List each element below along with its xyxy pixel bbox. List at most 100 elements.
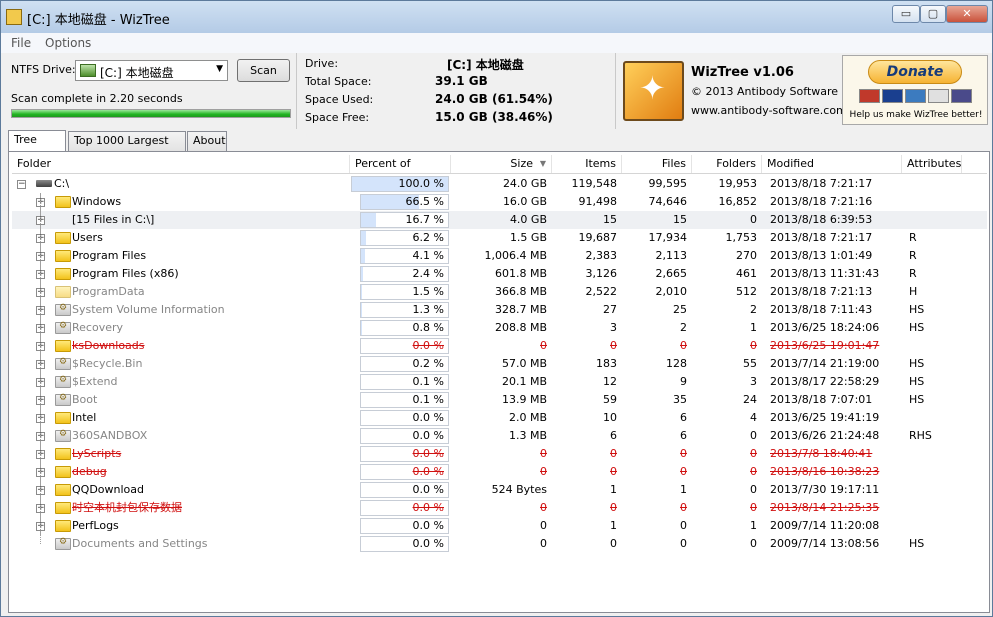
size-value: 0: [540, 447, 547, 460]
items-value: 0: [610, 465, 617, 478]
table-row[interactable]: + [15 Files in C:\] 16.7 % 4.0 GB 15 15 0 2013/…: [12, 211, 987, 229]
drive-select[interactable]: [C:] 本地磁盘 ▼: [75, 60, 228, 81]
menu-bar: File Options: [1, 33, 992, 53]
folder-name: PerfLogs: [72, 519, 119, 532]
scan-button[interactable]: Scan: [237, 59, 290, 82]
tab-top-1000-largest-files[interactable]: Top 1000 Largest Files: [68, 131, 186, 165]
table-row[interactable]: + debug 0.0 % 0 0 0 0 2013/8/16 10:38:23: [12, 463, 987, 481]
attributes-value: [904, 517, 964, 535]
scan-progress-bar: [11, 109, 291, 118]
donate-button[interactable]: Donate: [868, 60, 962, 84]
percent-value: 0.0 %: [412, 339, 444, 352]
table-row[interactable]: + 时空本机封包保存数据 0.0 % 0 0 0 0 2013/8/14 21:25:35: [12, 499, 987, 517]
size-value: 1.5 GB: [509, 231, 547, 244]
table-row[interactable]: + Program Files (x86) 2.4 % 601.8 MB 3,126 2,…: [12, 265, 987, 283]
size-value: 328.7 MB: [494, 303, 547, 316]
percent-bar: 0.0 %: [360, 536, 449, 552]
column-header-attributes[interactable]: Attributes: [902, 155, 962, 173]
percent-bar: 0.0 %: [360, 410, 449, 426]
modified-value: 2013/6/25 18:24:06: [770, 321, 880, 334]
percent-bar: 0.0 %: [360, 482, 449, 498]
folders-value: 19,953: [718, 177, 758, 190]
percent-bar-fill: [361, 321, 362, 335]
table-row[interactable]: + Users 6.2 % 1.5 GB 19,687 17,934 1,753 2013/8…: [12, 229, 987, 247]
column-header-percent[interactable]: Percent of Parent: [350, 155, 451, 188]
folder-icon: [55, 196, 71, 208]
table-row[interactable]: +Boot0.1 %13.9 MB5935242013/8/18 7:07:01…: [12, 391, 987, 409]
website-link[interactable]: www.antibody-software.com: [691, 104, 847, 117]
table-row[interactable]: +360SANDBOX0.0 %1.3 MB6602013/6/26 21:24…: [12, 427, 987, 445]
folder-name: LyScripts: [72, 447, 122, 460]
tab-about[interactable]: About: [187, 131, 227, 151]
percent-value: 1.3 %: [412, 303, 444, 316]
expand-toggle-icon[interactable]: −: [17, 180, 26, 189]
column-header-files[interactable]: Files: [622, 155, 692, 173]
percent-value: 0.8 %: [412, 321, 444, 334]
column-header-size[interactable]: Size ▼: [451, 155, 552, 173]
modified-value: 2013/6/26 21:24:48: [770, 429, 880, 442]
attributes-value: [904, 481, 964, 499]
table-row[interactable]: + ksDownloads 0.0 % 0 0 0 0 2013/6/25 19:01:47: [12, 337, 987, 355]
percent-value: 100.0 %: [398, 177, 444, 190]
column-header-folder[interactable]: Folder: [12, 155, 350, 173]
menu-file[interactable]: File: [11, 36, 31, 50]
percent-bar: 0.1 %: [360, 374, 449, 390]
column-header-modified[interactable]: Modified: [762, 155, 902, 173]
wiztree-app-icon: [6, 9, 22, 25]
table-row[interactable]: + LyScripts 0.0 % 0 0 0 0 2013/7/8 18:40:41: [12, 445, 987, 463]
table-row[interactable]: + PerfLogs 0.0 % 0 1 0 1 2009/7/14 11:20:08: [12, 517, 987, 535]
folder-name: 360SANDBOX: [72, 429, 148, 442]
table-row[interactable]: + Windows 66.5 % 16.0 GB 91,498 74,646 16,852 2…: [12, 193, 987, 211]
column-header-folders[interactable]: Folders: [692, 155, 762, 173]
modified-value: 2009/7/14 11:20:08: [770, 519, 880, 532]
files-value: 9: [680, 375, 687, 388]
table-row[interactable]: + QQDownload 0.0 % 524 Bytes 1 1 0 2013/7/30 19…: [12, 481, 987, 499]
table-row[interactable]: +$Recycle.Bin0.2 %57.0 MB183128552013/7/…: [12, 355, 987, 373]
folders-value: 0: [750, 429, 757, 442]
scan-progress-fill: [12, 110, 290, 117]
items-value: 0: [610, 339, 617, 352]
table-row[interactable]: Documents and Settings 0.0 % 0 0 0 0 2009/7/14…: [12, 535, 987, 553]
folders-value: 1: [750, 519, 757, 532]
files-value: 0: [680, 339, 687, 352]
modified-value: 2013/8/18 7:07:01: [770, 393, 873, 406]
items-value: 0: [610, 537, 617, 550]
items-value: 12: [603, 375, 617, 388]
attributes-value: [904, 175, 964, 193]
minimize-button[interactable]: ▭: [892, 5, 920, 23]
folders-value: 0: [750, 213, 757, 226]
files-value: 0: [680, 501, 687, 514]
table-row[interactable]: +System Volume Information1.3 %328.7 MB2…: [12, 301, 987, 319]
column-header-items[interactable]: Items: [552, 155, 622, 173]
close-button[interactable]: ✕: [946, 5, 988, 23]
percent-value: 0.0 %: [412, 411, 444, 424]
table-row[interactable]: − C:\ 100.0 % 24.0 GB 119,548 99,595 19,953 201…: [12, 175, 987, 193]
table-row[interactable]: +$Extend0.1 %20.1 MB12932013/8/17 22:58:…: [12, 373, 987, 391]
size-value: 0: [540, 339, 547, 352]
system-folder-icon: [55, 537, 71, 550]
table-row[interactable]: + Intel 0.0 % 2.0 MB 10 6 4 2013/6/25 19:41:19: [12, 409, 987, 427]
modified-value: 2013/7/30 19:17:11: [770, 483, 880, 496]
folders-value: 0: [750, 483, 757, 496]
attributes-value: [904, 409, 964, 427]
percent-value: 6.2 %: [412, 231, 444, 244]
drive-value: [C:] 本地磁盘: [447, 58, 524, 72]
files-value: 17,934: [648, 231, 688, 244]
tab-tree-view[interactable]: Tree View: [8, 130, 66, 164]
table-row[interactable]: + ProgramData 1.5 % 366.8 MB 2,522 2,010 512 20…: [12, 283, 987, 301]
menu-options[interactable]: Options: [45, 36, 91, 50]
table-row[interactable]: +Recovery0.8 %208.8 MB3212013/6/25 18:24…: [12, 319, 987, 337]
attributes-value: H: [909, 285, 918, 298]
items-value: 183: [596, 357, 617, 370]
items-value: 3: [610, 321, 617, 334]
percent-value: 0.0 %: [412, 537, 444, 550]
attributes-value: HS: [909, 321, 925, 334]
title-bar[interactable]: [C:] 本地磁盘 - WizTree ▭ ▢ ✕: [1, 1, 992, 33]
folder-name: System Volume Information: [72, 303, 225, 316]
table-row[interactable]: + Program Files 4.1 % 1,006.4 MB 2,383 2,113 2…: [12, 247, 987, 265]
percent-bar: 0.0 %: [360, 446, 449, 462]
attributes-value: [904, 337, 964, 355]
modified-value: 2013/8/18 7:21:13: [770, 285, 873, 298]
maximize-button[interactable]: ▢: [920, 5, 946, 23]
percent-bar-fill: [361, 213, 376, 227]
